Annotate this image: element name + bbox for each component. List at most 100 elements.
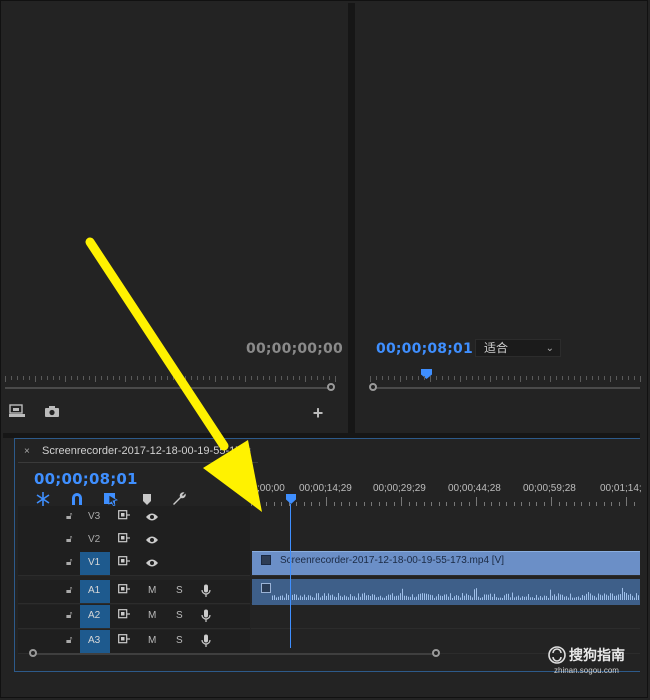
export-frame-icon[interactable] [8,404,26,418]
waveform-bar [318,593,319,600]
ruler-tick [113,376,114,380]
lock-icon[interactable]: 🔓︎ [66,511,72,522]
lock-icon[interactable]: 🔓︎ [66,585,72,596]
eye-icon[interactable] [145,534,159,546]
sync-lock-icon[interactable] [118,510,130,520]
ruler-tick [538,376,539,380]
waveform-bar [534,597,535,600]
track-name: V3 [88,511,101,522]
magnet-icon[interactable] [69,491,85,507]
wrench-icon[interactable] [171,491,187,507]
mic-icon[interactable] [201,609,211,623]
ruler-tick [520,376,521,382]
track-lane-v2[interactable] [251,529,640,553]
source-ruler[interactable] [5,376,336,386]
timeline-scrollbar[interactable] [34,653,438,655]
waveform-bar [542,597,543,600]
waveform-bar [354,596,355,600]
timeline-scroll-left-knob[interactable] [29,649,37,657]
track-header-v2[interactable]: 🔓︎ V2 [18,529,250,553]
eye-icon[interactable] [145,557,159,569]
camera-icon[interactable] [44,405,60,418]
waveform-bar [564,596,565,600]
track-header-a1[interactable]: 🔓︎ A1 M S [18,580,250,604]
ruler-tick [532,376,533,380]
waveform-bar [492,596,493,600]
track-header-a2[interactable]: 🔓︎ A2 M S [18,605,250,629]
ruler-tick [257,376,258,380]
source-scrollbar[interactable] [5,387,330,389]
panel-menu-icon[interactable]: ≡ [244,444,251,458]
timeline-scroll-right-knob[interactable] [432,649,440,657]
lock-icon[interactable]: 🔓︎ [66,557,72,568]
waveform-bar [424,593,425,600]
timeline-timecode[interactable]: 00;00;08;01 [34,470,138,488]
ruler-tick [191,376,192,380]
waveform-bar [392,593,393,600]
waveform-bar [484,594,485,600]
sequence-tab-title[interactable]: Screenrecorder-2017-12-18-00-19-55-173 [42,445,247,457]
track-name: A2 [88,610,101,621]
mute-button[interactable]: M [148,610,156,621]
waveform-bar [314,597,315,600]
ruler-tick [173,376,174,380]
fit-select[interactable]: 适合 ⌄ [475,339,561,357]
ruler-tick [544,376,545,380]
track-lane-a2[interactable] [251,605,640,629]
ruler-tick [388,376,389,380]
lock-icon[interactable]: 🔓︎ [66,534,72,545]
waveform-bar [562,594,563,600]
snap-icon[interactable] [35,491,51,507]
track-header-v3[interactable]: 🔓︎ V3 [18,506,250,530]
playhead-line [290,504,291,648]
mic-icon[interactable] [201,584,211,598]
time-ruler[interactable]: ;00;00 00;00;14;29 00;00;29;29 00;00;44;… [251,478,642,508]
solo-button[interactable]: S [176,610,183,621]
ruler-tick [89,376,90,380]
solo-button[interactable]: S [176,635,183,646]
plus-icon[interactable]: + [311,403,325,423]
lock-icon[interactable]: 🔓︎ [66,635,72,646]
track-header-v1[interactable]: 🔓︎ V1 [18,552,250,576]
source-scroll-knob[interactable] [327,383,335,391]
track-header-a3[interactable]: 🔓︎ A3 M S [18,630,250,654]
source-timecode[interactable]: 00;00;00;00 [246,341,343,357]
ruler-tick [634,376,635,380]
ruler-tick [640,376,641,382]
mute-button[interactable]: M [148,635,156,646]
track-lane-v3[interactable] [251,506,640,530]
close-icon[interactable]: × [24,446,30,457]
track-name: V2 [88,534,101,545]
eye-icon[interactable] [145,511,159,523]
waveform-bar [624,592,625,600]
audio-clip[interactable] [252,579,640,605]
waveform-bar [448,596,449,600]
ruler-tick [626,497,627,506]
monitor-divider[interactable] [348,3,355,433]
lock-icon[interactable]: 🔓︎ [66,610,72,621]
mic-icon[interactable] [201,634,211,648]
sync-lock-icon[interactable] [118,533,130,543]
sync-lock-icon[interactable] [118,584,130,594]
solo-button[interactable]: S [176,585,183,596]
ruler-tick [251,376,252,380]
program-ruler[interactable] [370,376,641,386]
waveform-bar [580,597,581,600]
marker-icon[interactable] [139,491,155,507]
ruler-tick [83,376,84,380]
linked-selection-icon[interactable] [103,491,119,507]
sync-lock-icon[interactable] [118,634,130,644]
waveform-bar [376,597,377,600]
program-monitor [355,3,640,433]
sync-lock-icon[interactable] [118,556,130,566]
mute-button[interactable]: M [148,585,156,596]
sync-lock-icon[interactable] [118,609,130,619]
waveform-bar [312,597,313,600]
waveform-bar [496,597,497,600]
waveform-bar [566,596,567,600]
program-scrollbar[interactable] [374,387,640,389]
program-timecode[interactable]: 00;00;08;01 [376,341,473,357]
waveform-bar [276,597,277,600]
program-scroll-knob[interactable] [369,383,377,391]
waveform-bar [464,595,465,600]
